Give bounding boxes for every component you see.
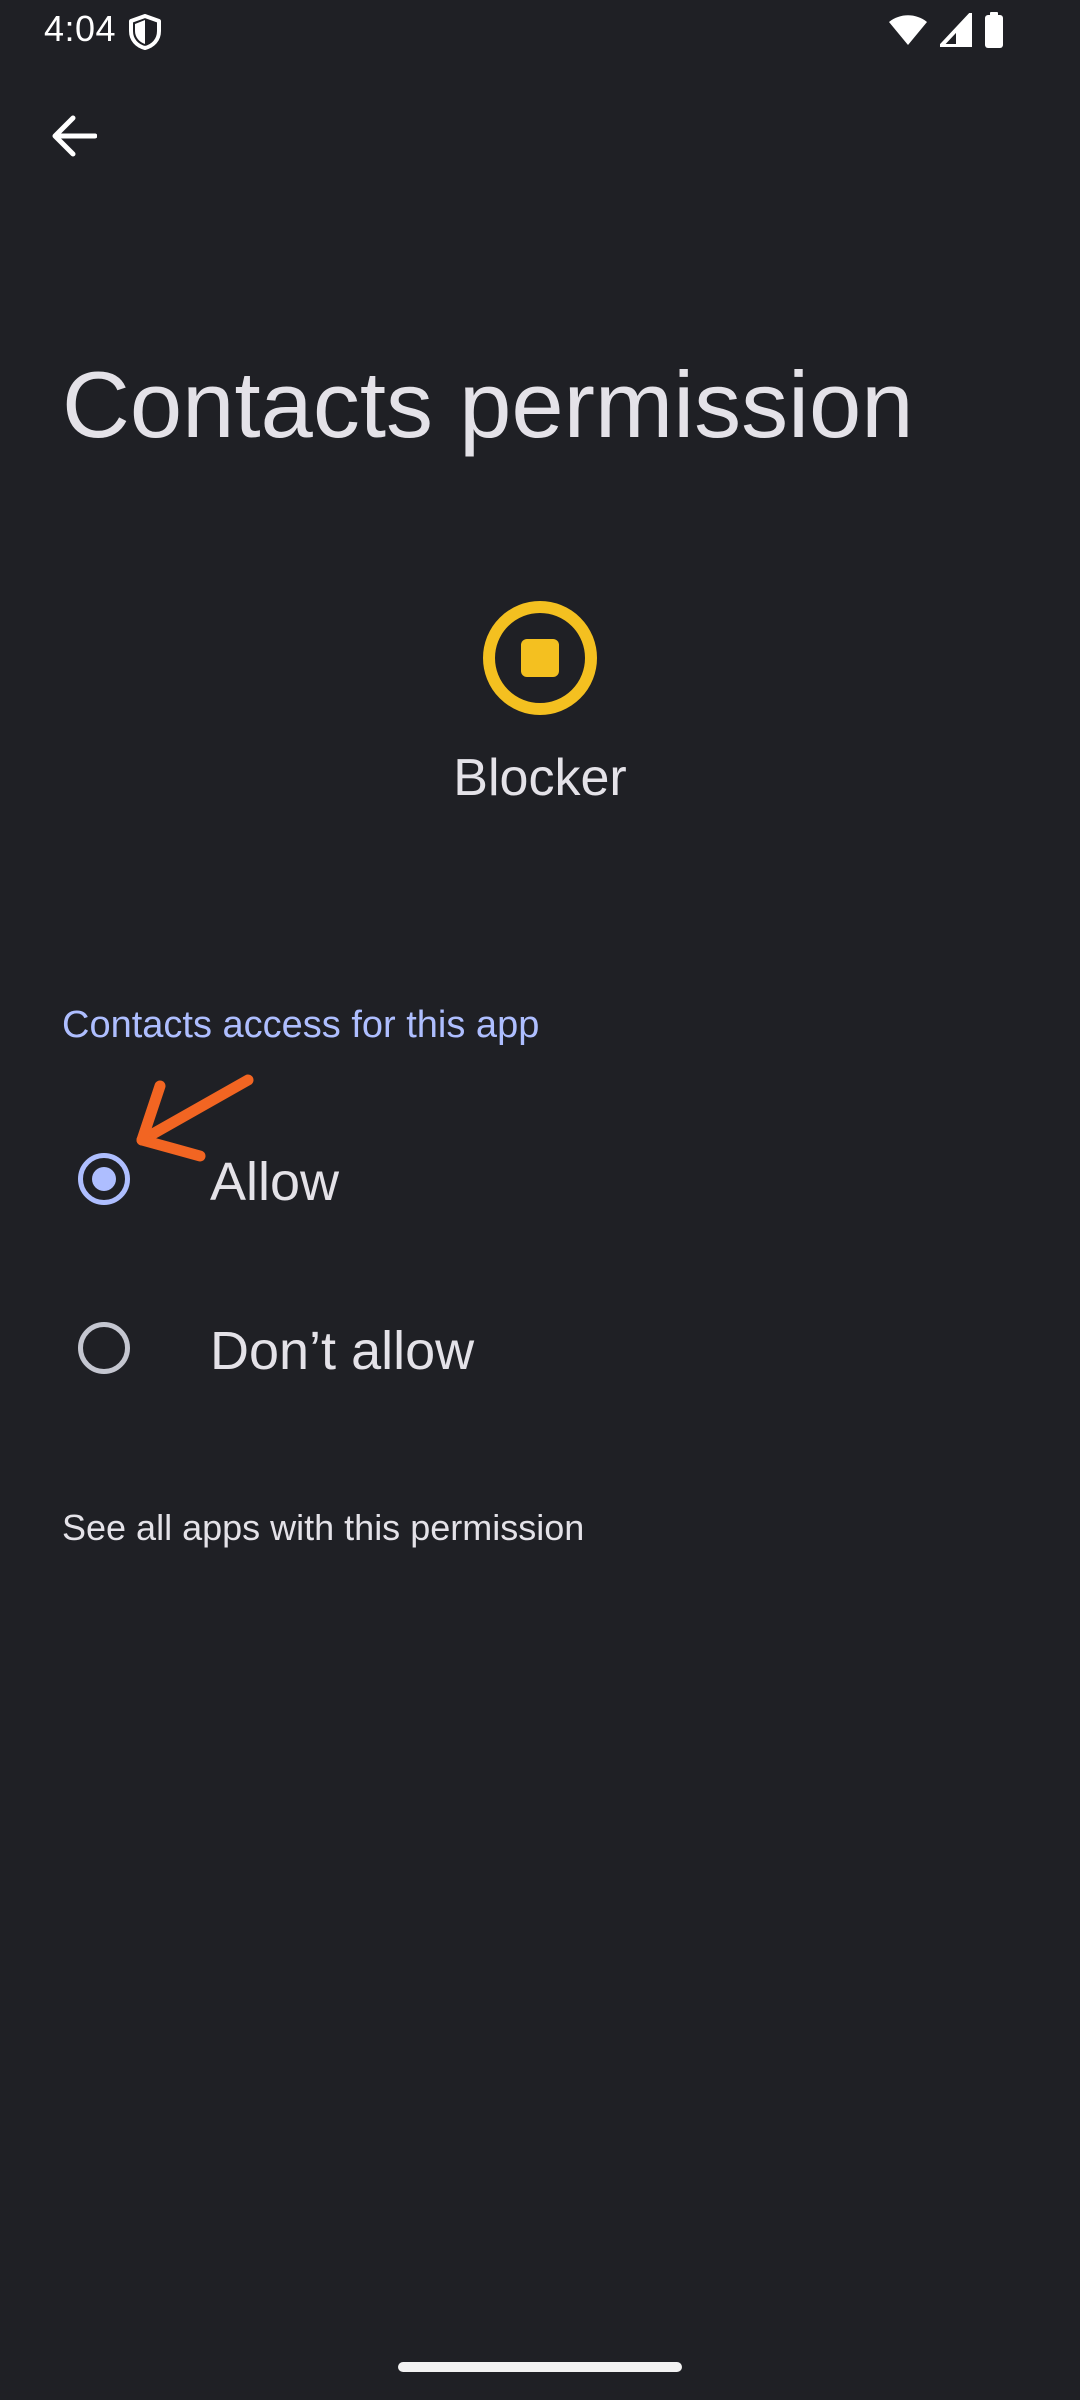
back-button[interactable] <box>36 100 112 176</box>
page-title: Contacts permission <box>62 352 914 457</box>
wifi-icon <box>888 14 928 51</box>
see-all-apps-link[interactable]: See all apps with this permission <box>62 1510 584 1546</box>
radio-selected-dot <box>92 1167 116 1191</box>
annotation-arrow-icon <box>130 1068 260 1168</box>
app-name: Blocker <box>453 749 627 807</box>
gesture-nav-bar[interactable] <box>398 2362 682 2372</box>
dont-allow-option[interactable]: Don’t allow <box>0 1272 1080 1422</box>
dont-allow-radio-button[interactable] <box>78 1322 130 1374</box>
dont-allow-label: Don’t allow <box>210 1321 475 1381</box>
battery-icon <box>984 11 1004 53</box>
allow-radio-button[interactable] <box>78 1153 130 1205</box>
blocker-app-icon <box>482 600 598 716</box>
arrow-back-icon <box>51 115 98 162</box>
signal-icon <box>939 11 973 52</box>
status-time: 4:04 <box>44 8 117 49</box>
status-bar: 4:04 <box>0 0 1080 62</box>
section-header: Contacts access for this app <box>62 1004 540 1046</box>
shield-icon <box>128 14 162 50</box>
status-icons <box>888 11 1004 53</box>
